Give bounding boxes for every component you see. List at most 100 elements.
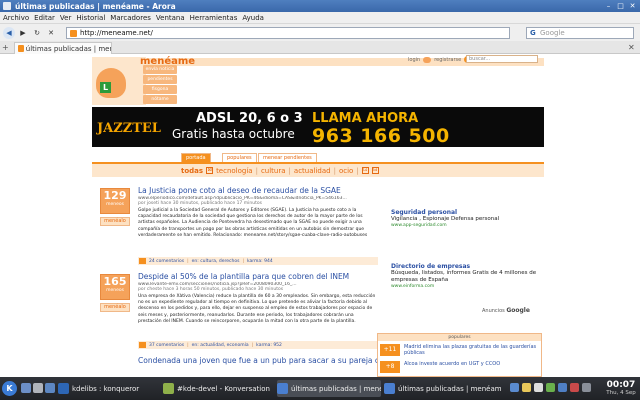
ad-url[interactable]: www.app-seguridad.com [391, 223, 541, 228]
story-meta: por joseti hace 30 minutos, publicado ha… [138, 201, 262, 206]
advertisement-banner[interactable]: JAZZTEL ADSL 20, 6 o 3 Gratis hasta octu… [92, 107, 544, 147]
filter-tecnologia[interactable]: tecnología [216, 167, 253, 175]
text-ad[interactable]: Directorio de empresas Búsqueda, listado… [391, 263, 541, 289]
tab-populares[interactable]: populares [222, 153, 257, 162]
story-title[interactable]: La Justicia pone coto al deseo de recaud… [138, 186, 370, 195]
terminal-icon[interactable] [33, 383, 43, 393]
karma-value: karma: 952 [256, 342, 282, 348]
filter-settings-icon[interactable]: ⊟ [371, 167, 379, 174]
stop-icon[interactable]: ✕ [45, 27, 57, 39]
browser-tab[interactable]: últimas publicadas | menéam [14, 42, 112, 54]
tray-device-icon[interactable] [582, 383, 591, 392]
window-titlebar[interactable]: últimas publicadas | menéame - Arora – □… [0, 0, 640, 12]
comments-icon [139, 342, 146, 348]
task-arora-active[interactable]: últimas publicadas | menéam [277, 380, 381, 397]
nav-fisgona[interactable]: fisgona [143, 85, 177, 94]
ads-by-label: Anuncios [482, 308, 505, 314]
menu-editar[interactable]: Editar [34, 14, 55, 22]
ad-url[interactable]: www.einforma.com [391, 284, 541, 289]
popular-item[interactable]: +11 Madrid elimina las plazas gratuitas … [378, 342, 543, 358]
menu-historial[interactable]: Historial [76, 14, 105, 22]
file-manager-icon[interactable] [45, 383, 55, 393]
tab-bar: + últimas publicadas | menéam ✕ [0, 41, 640, 54]
menealo-button[interactable]: menéalo [100, 217, 130, 226]
tab-menear-pendientes[interactable]: menear pendientes [258, 153, 317, 162]
filter-toggle-icon[interactable]: ⊠ [206, 167, 214, 174]
tray-volume-icon[interactable] [534, 383, 543, 392]
tab-portada[interactable]: portada [181, 153, 211, 162]
vote-count: 129 [103, 189, 127, 202]
filter-cultura[interactable]: cultura [261, 167, 286, 175]
banner-line2: Gratis hasta octubre [172, 127, 295, 141]
tags-link[interactable]: en: cultura, derechos [192, 259, 240, 264]
menu-marcadores[interactable]: Marcadores [110, 14, 151, 22]
clock-time: 00:07 [606, 380, 636, 390]
tags-link[interactable]: en: actualidad, economía [192, 343, 249, 348]
filter-actualidad[interactable]: actualidad [294, 167, 331, 175]
search-box[interactable]: G Google [526, 27, 634, 39]
story-footer: 37 comentarios | en: actualidad, economí… [138, 341, 378, 349]
news-story: 129 meneos menéalo La Justicia pone coto… [100, 186, 378, 266]
text-ad[interactable]: Seguridad personal Vigilancia , Espionaj… [391, 209, 541, 228]
nav-pendientes[interactable]: pendientes [143, 75, 177, 84]
tray-power-icon[interactable] [570, 383, 579, 392]
popular-votes: +8 [380, 361, 400, 373]
back-icon[interactable]: ◀ [3, 26, 15, 39]
search-placeholder[interactable]: Google [540, 29, 565, 37]
popular-title[interactable]: Alcoa investe acuerdo en UGT y CCOO [404, 361, 539, 367]
close-tab-icon[interactable]: ✕ [628, 43, 635, 52]
menu-archivo[interactable]: Archivo [3, 14, 29, 22]
banner-phone: 963 166 500 [312, 125, 450, 147]
comments-link[interactable]: 24 comentarios [149, 259, 184, 264]
register-link[interactable]: registrarse [434, 57, 461, 63]
minimize-icon[interactable]: – [604, 2, 613, 10]
task-arora[interactable]: últimas publicadas | menéam [384, 380, 502, 397]
story-body: Una empresa de Xàtiva (Valencia) reduce … [138, 294, 376, 324]
banner-line1: ADSL 20, 6 o 3 [196, 111, 303, 126]
tray-clipboard-icon[interactable] [522, 383, 531, 392]
filter-todas[interactable]: todas [181, 167, 203, 175]
rss-icon[interactable]: ⊡ [361, 167, 369, 174]
new-tab-icon[interactable]: + [2, 43, 11, 52]
desktop-icon[interactable] [21, 383, 31, 393]
ad-title[interactable]: Seguridad personal [391, 209, 541, 216]
kde-menu-icon[interactable]: K [2, 381, 17, 396]
story-title[interactable]: Condenada una joven que fue a un pub par… [138, 356, 400, 365]
reload-icon[interactable]: ↻ [31, 27, 43, 39]
tray-updates-icon[interactable] [546, 383, 555, 392]
url-text[interactable]: http://meneame.net/ [80, 29, 153, 37]
menealo-button[interactable]: menéalo [100, 303, 130, 312]
clock[interactable]: 00:07 Thu, 4 Sep [603, 380, 639, 397]
maximize-icon[interactable]: □ [616, 2, 625, 10]
menu-ventana[interactable]: Ventana [156, 14, 185, 22]
popular-votes: +11 [380, 344, 400, 356]
menu-ver[interactable]: Ver [60, 14, 71, 22]
story-title[interactable]: Despide al 50% de la plantilla para que … [138, 272, 370, 281]
ad-title[interactable]: Directorio de empresas [391, 263, 541, 270]
vote-count-box: 165 meneos [100, 274, 130, 300]
task-label: #kde-devel - Konversation [177, 384, 270, 393]
filter-ocio[interactable]: ocio [339, 167, 353, 175]
nav-envia-noticia[interactable]: envía noticia [143, 65, 177, 74]
browser-app-icon [3, 2, 11, 10]
meneame-logo-icon[interactable]: L [96, 68, 126, 98]
task-konqueror[interactable]: kdelibs : konqueror [58, 380, 162, 397]
close-icon[interactable]: ✕ [628, 2, 637, 10]
ads-by-google[interactable]: Anuncios Google [482, 307, 530, 314]
google-icon[interactable]: G [530, 29, 537, 37]
comments-link[interactable]: 37 comentarios [149, 343, 184, 348]
forward-icon[interactable]: ▶ [17, 27, 29, 39]
menu-herramientas[interactable]: Herramientas [190, 14, 238, 22]
login-link[interactable]: login [408, 57, 420, 63]
menu-ayuda[interactable]: Ayuda [242, 14, 264, 22]
tray-network-icon[interactable] [510, 383, 519, 392]
tray-desktop-icon[interactable] [558, 383, 567, 392]
task-konversation[interactable]: #kde-devel - Konversation [163, 380, 275, 397]
window-title: últimas publicadas | menéame - Arora [15, 1, 176, 11]
nav-notame[interactable]: nótame [143, 95, 177, 104]
popular-item[interactable]: +8 Alcoa investe acuerdo en UGT y CCOO [378, 359, 543, 375]
site-search-input[interactable]: buscar... [466, 55, 538, 63]
news-story: 165 meneos menéalo Despide al 50% de la … [100, 272, 378, 352]
popular-title[interactable]: Madrid elimina las plazas gratuitas de l… [404, 344, 539, 356]
url-bar[interactable]: http://meneame.net/ [66, 27, 510, 39]
